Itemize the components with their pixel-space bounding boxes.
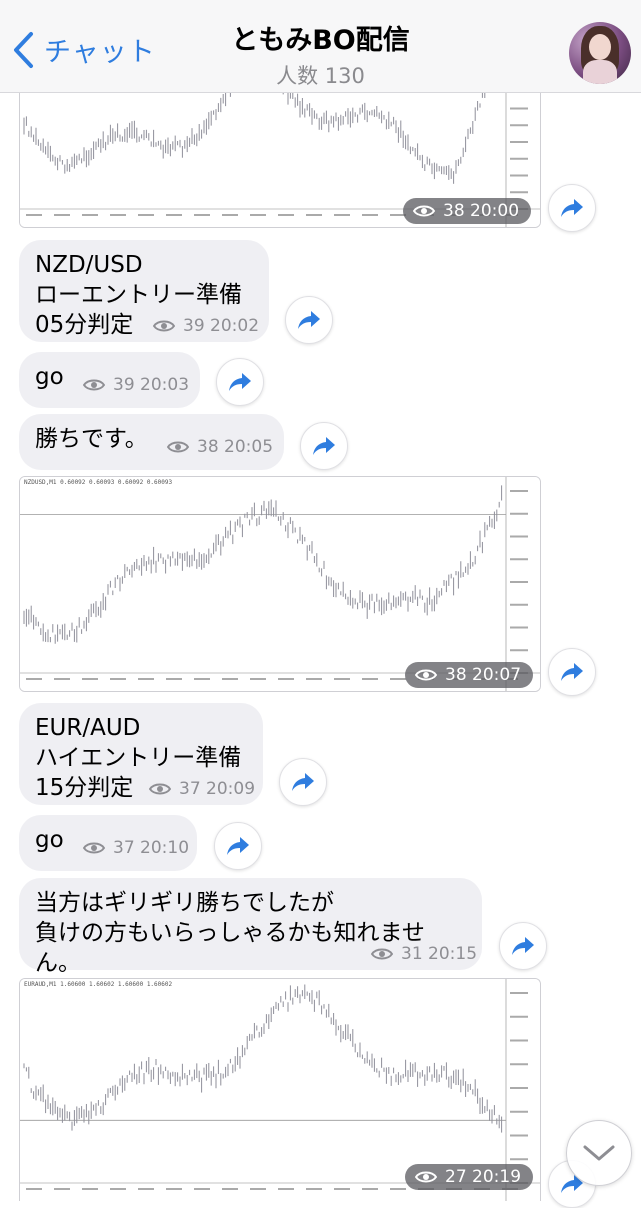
message-meta: 31 20:15 <box>371 944 477 964</box>
view-count: 39 <box>113 375 135 395</box>
title-area[interactable]: ともみBO配信 人数 130 <box>160 18 481 90</box>
eye-icon <box>83 379 105 391</box>
chevron-left-icon <box>14 31 33 68</box>
message-time: 20:05 <box>224 437 274 457</box>
share-arrow-icon <box>512 937 534 955</box>
eye-icon <box>371 948 393 960</box>
message-time: 20:02 <box>210 316 260 336</box>
member-count: 人数 130 <box>276 64 365 88</box>
message-meta: 39 20:02 <box>153 316 259 336</box>
message-bubble[interactable]: NZD/USD ローエントリー準備 05分判定 39 20:02 <box>19 240 269 342</box>
share-arrow-icon <box>292 773 314 791</box>
view-count: 37 <box>113 838 135 858</box>
back-label: チャット <box>44 37 156 68</box>
share-button[interactable] <box>499 922 547 970</box>
chart-caption: NZDUSD,M1 0.60092 0.60093 0.60092 0.6009… <box>24 479 173 486</box>
view-count: 39 <box>183 316 205 336</box>
channel-avatar[interactable] <box>569 22 631 84</box>
message-bubble[interactable]: go 39 20:03 <box>19 352 200 408</box>
share-arrow-icon <box>227 837 249 855</box>
message-time: 20:00 <box>470 201 520 221</box>
message-text: 当方はギリギリ勝ちでしたが 負けの方もいらっしゃるかも知れません。 <box>35 890 425 976</box>
chevron-down-icon <box>583 1145 615 1161</box>
candlestick-chart <box>20 477 540 691</box>
share-button[interactable] <box>279 758 327 806</box>
avatar-face <box>589 34 611 60</box>
view-count: 37 <box>179 779 201 799</box>
chart-caption: EURAUD,M1 1.60600 1.60602 1.60600 1.6060… <box>24 981 173 988</box>
message-meta: 38 20:05 <box>167 437 273 457</box>
eye-icon <box>83 842 105 854</box>
channel-title: ともみBO配信 <box>231 25 410 56</box>
view-count: 31 <box>401 944 423 964</box>
share-button[interactable] <box>285 296 333 344</box>
share-button[interactable] <box>548 648 596 696</box>
share-button[interactable] <box>216 358 264 406</box>
eye-icon <box>413 205 435 217</box>
message-time: 20:10 <box>140 838 190 858</box>
message-meta: 37 20:10 <box>83 838 189 858</box>
message-meta: 39 20:03 <box>83 375 189 395</box>
view-count: 27 <box>445 1167 467 1187</box>
message-meta: 37 20:09 <box>149 779 255 799</box>
message-time: 20:19 <box>472 1167 522 1187</box>
share-arrow-icon <box>229 373 251 391</box>
message-time: 20:15 <box>428 944 478 964</box>
message-bubble[interactable]: 勝ちです。 38 20:05 <box>19 414 284 470</box>
message-time: 20:07 <box>472 665 522 685</box>
message-bubble[interactable]: go 37 20:10 <box>19 815 197 871</box>
share-arrow-icon <box>298 311 320 329</box>
message-bubble[interactable]: EUR/AUD ハイエントリー準備 15分判定 37 20:09 <box>19 703 263 805</box>
image-view-meta: 27 20:19 <box>405 1164 534 1190</box>
view-count: 38 <box>197 437 219 457</box>
back-button[interactable]: チャット <box>12 30 156 69</box>
share-arrow-icon <box>561 199 583 217</box>
message-time: 20:09 <box>206 779 256 799</box>
eye-icon <box>415 669 437 681</box>
message-bubble[interactable]: 当方はギリギリ勝ちでしたが 負けの方もいらっしゃるかも知れません。 31 20:… <box>19 878 482 976</box>
avatar-body <box>583 60 617 84</box>
eye-icon <box>167 441 189 453</box>
share-arrow-icon <box>313 437 335 455</box>
share-arrow-icon <box>561 663 583 681</box>
eye-icon <box>415 1171 437 1183</box>
message-time: 20:03 <box>140 375 190 395</box>
chat-header: チャット ともみBO配信 人数 130 <box>0 0 641 93</box>
chart-image-message[interactable]: NZDUSD,M1 0.60092 0.60093 0.60092 0.6009… <box>19 476 541 692</box>
image-view-meta: 38 20:07 <box>405 662 534 688</box>
scroll-to-bottom-button[interactable] <box>566 1120 632 1186</box>
share-button[interactable] <box>548 184 596 232</box>
view-count: 38 <box>443 201 465 221</box>
share-button[interactable] <box>300 422 348 470</box>
eye-icon <box>153 320 175 332</box>
eye-icon <box>149 783 171 795</box>
view-count: 38 <box>445 665 467 685</box>
share-button[interactable] <box>214 822 262 870</box>
image-view-meta: 38 20:00 <box>403 198 532 224</box>
